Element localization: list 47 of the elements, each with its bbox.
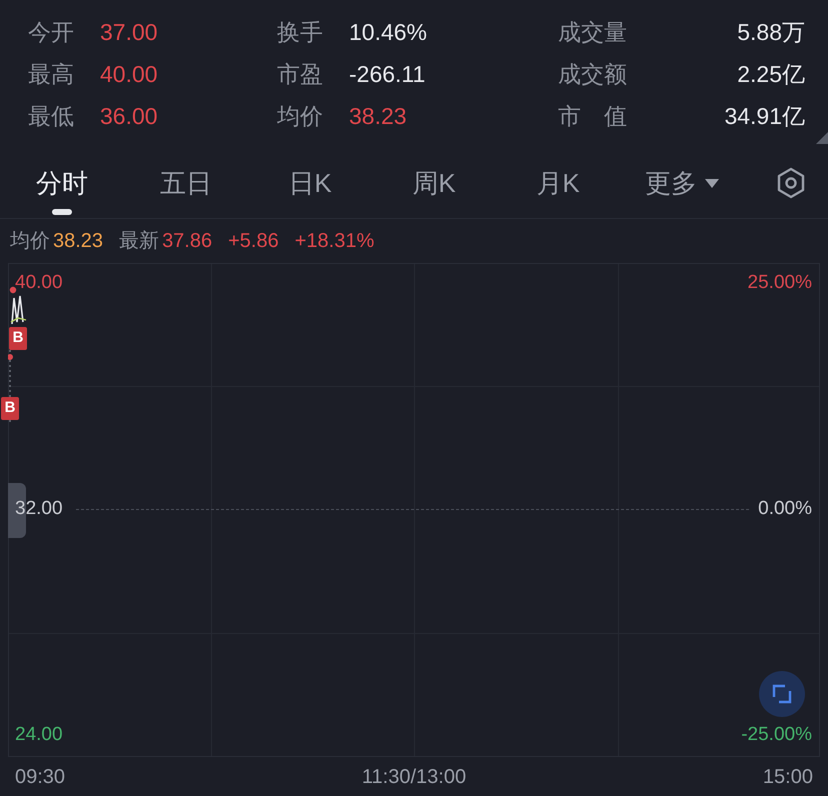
- chart-tab[interactable]: 月K: [496, 148, 620, 218]
- stat-value: -266.11: [349, 60, 426, 89]
- stat-label: 市 值: [558, 102, 628, 131]
- price-axis-label: 40.00: [15, 270, 63, 295]
- summary-label: 最新: [119, 229, 160, 254]
- stat-label: 最低: [28, 102, 75, 131]
- chart-tab[interactable]: 日K: [248, 148, 372, 218]
- percent-axis-label: 25.00%: [748, 270, 812, 295]
- stat-label: 均价: [277, 102, 324, 131]
- expand-corners-icon: [772, 684, 792, 704]
- stat-label: 市盈: [277, 60, 324, 89]
- stat-value: 37.00: [100, 18, 158, 47]
- stat-value: 2.25亿: [737, 60, 805, 89]
- summary-label: 均价: [10, 229, 50, 254]
- fullscreen-button[interactable]: [759, 671, 805, 717]
- stat-value: 36.00: [100, 102, 158, 131]
- percent-axis-label: 0.00%: [758, 496, 812, 521]
- tab-indicator: [52, 209, 72, 215]
- stat-value: 10.46%: [349, 18, 428, 47]
- time-axis-label: 15:00: [762, 764, 813, 790]
- summary-value: +18.31%: [294, 229, 374, 254]
- price-axis-label: 24.00: [15, 722, 63, 747]
- chart-tab[interactable]: 周K: [372, 148, 496, 218]
- stat-label: 成交量: [558, 18, 628, 47]
- caret-down-icon: [705, 178, 719, 188]
- percent-axis-label: -25.00%: [741, 722, 812, 747]
- buy-marker: B: [1, 397, 19, 420]
- chart-tab[interactable]: 五日: [124, 148, 248, 218]
- stat-value: 38.23: [349, 102, 407, 131]
- summary-value: +5.86: [228, 229, 279, 254]
- stat-label: 最高: [28, 60, 75, 89]
- settings-icon[interactable]: [775, 167, 807, 199]
- stat-label: 换手: [277, 18, 324, 47]
- time-axis-label: 11:30/13:00: [362, 764, 466, 790]
- buy-marker: B: [9, 327, 27, 350]
- summary-value: 38.23: [53, 229, 104, 254]
- stat-value: 40.00: [100, 60, 158, 89]
- stat-label: 成交额: [558, 60, 628, 89]
- time-axis-label: 09:30: [15, 764, 66, 790]
- stat-value: 5.88万: [737, 18, 805, 47]
- summary-value: 37.86: [162, 229, 212, 254]
- stat-label: 今开: [28, 18, 75, 47]
- stat-value: 34.91亿: [724, 102, 805, 131]
- corner-triangle-icon: [816, 132, 828, 144]
- price-axis-label: 32.00: [15, 496, 63, 521]
- chart-tab[interactable]: 分时: [0, 148, 124, 218]
- more-menu-tab[interactable]: 更多: [620, 148, 744, 218]
